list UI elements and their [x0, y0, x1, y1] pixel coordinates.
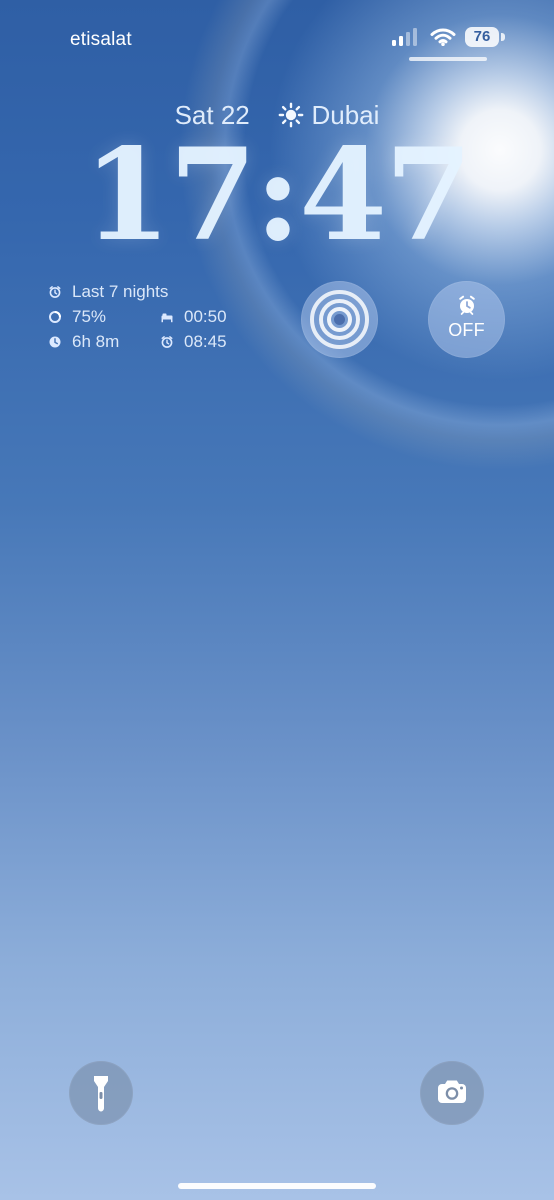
status-bar: etisalat 76: [0, 0, 554, 70]
bedtime-value: 00:50: [184, 307, 227, 326]
lock-screen: etisalat 76 Sat 22 Dubai 17:47 Last 7 ni…: [0, 0, 554, 1200]
sleep-duration: 6h 8m: [72, 332, 120, 351]
top-indicator: [409, 57, 487, 61]
ring-icon: [49, 311, 61, 323]
battery-cap: [501, 33, 505, 41]
battery-level: 76: [465, 27, 499, 47]
battery-icon: 76: [465, 27, 507, 47]
flashlight-icon: [94, 1076, 108, 1112]
wifi-icon: [430, 28, 456, 46]
sleep-quality: 75%: [72, 307, 107, 326]
sleep-widget-title: Last 7 nights: [72, 282, 169, 301]
target-icon: [310, 290, 369, 349]
duration-row: 6h 8m: [48, 332, 143, 352]
alarm-icon: [161, 336, 173, 348]
target-widget[interactable]: [301, 281, 378, 358]
flashlight-button[interactable]: [69, 1061, 133, 1125]
alarm-icon: [459, 295, 475, 315]
alarm-status: OFF: [448, 320, 485, 340]
time-display: 17:47: [83, 121, 472, 269]
bed-icon: [161, 313, 173, 323]
camera-button[interactable]: [420, 1061, 484, 1125]
alarm-icon: [49, 286, 61, 298]
sleep-title-row: Last 7 nights: [48, 282, 228, 302]
cellular-signal-icon: [392, 28, 417, 46]
bedtime-row: 00:50: [160, 307, 255, 327]
alarm-widget[interactable]: OFF: [428, 281, 505, 358]
carrier-name: etisalat: [70, 29, 132, 50]
sleep-widget[interactable]: Last 7 nights 75% 00:50 6h 8m 08:45: [48, 282, 258, 354]
clock-icon: [49, 336, 61, 348]
wake-row: 08:45: [160, 332, 255, 352]
camera-icon: [438, 1080, 466, 1103]
wake-time-value: 08:45: [184, 332, 227, 351]
home-indicator[interactable]: [178, 1183, 376, 1189]
sleep-quality-row: 75%: [48, 307, 143, 327]
